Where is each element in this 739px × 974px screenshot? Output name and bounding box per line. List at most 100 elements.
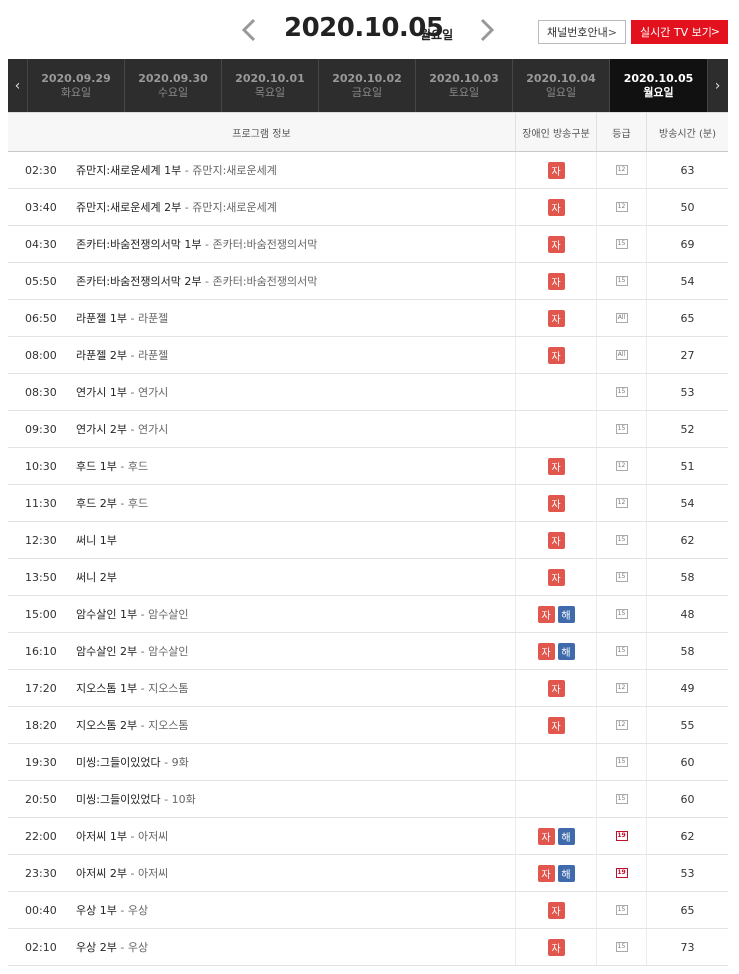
- program-title[interactable]: 써니 2부: [76, 569, 117, 585]
- program-title[interactable]: 아저씨 1부: [76, 828, 127, 844]
- program-subtitle: - 쥬만지:새로운세계: [181, 201, 277, 214]
- program-subtitle: - 우상: [116, 941, 149, 954]
- duration-cell: 54: [646, 263, 728, 299]
- program-info-cell: 03:40 쥬만지:새로운세계 2부 - 쥬만지:새로운세계: [8, 189, 515, 225]
- prev-day-arrow-icon[interactable]: [240, 17, 258, 43]
- program-time: 12:30: [25, 533, 57, 547]
- table-row: 05:50 존카터:바숨전쟁의서막 2부 - 존카터:바숨전쟁의서막 자 15 54: [8, 263, 728, 300]
- tab-weekday-label: 토요일: [448, 85, 480, 99]
- tabs-prev-arrow-icon[interactable]: ‹: [8, 59, 28, 112]
- program-title[interactable]: 우상 1부: [76, 902, 117, 918]
- caption-badge: 자: [547, 198, 565, 216]
- program-subtitle: - 암수살인: [137, 608, 189, 621]
- tab-date[interactable]: 2020.09.30 수요일: [125, 59, 222, 112]
- table-row: 04:30 존카터:바숨전쟁의서막 1부 - 존카터:바숨전쟁의서막 자 15 69: [8, 226, 728, 263]
- program-title[interactable]: 암수살인 2부: [76, 643, 137, 659]
- age-rating-icon: 15: [615, 424, 628, 434]
- age-rating-icon: 15: [615, 239, 628, 249]
- program-title[interactable]: 지오스톰 1부: [76, 680, 137, 696]
- disability-cell: 자: [515, 300, 596, 336]
- table-header: 프로그램 정보 장애인 방송구분 등급 방송시간 (분): [8, 112, 728, 152]
- duration-cell: 55: [646, 707, 728, 743]
- tab-date-label: 2020.10.05: [623, 71, 694, 85]
- tab-date[interactable]: 2020.10.02 금요일: [319, 59, 416, 112]
- table-row: 02:30 쥬만지:새로운세계 1부 - 쥬만지:새로운세계 자 12 63: [8, 152, 728, 189]
- program-info-cell: 22:00 아저씨 1부 - 아저씨: [8, 818, 515, 854]
- tab-date-label: 2020.10.02: [332, 71, 402, 85]
- caption-badge: 자: [547, 161, 565, 179]
- program-title[interactable]: 미씽:그들이있었다: [76, 791, 161, 807]
- tab-date[interactable]: 2020.10.03 토요일: [416, 59, 513, 112]
- table-row: 23:30 아저씨 2부 - 아저씨 자 해 19 53: [8, 855, 728, 892]
- program-title[interactable]: 지오스톰 2부: [76, 717, 137, 733]
- table-row: 06:50 라푼젤 1부 - 라푼젤 자 All 65: [8, 300, 728, 337]
- tab-date-label: 2020.10.04: [526, 71, 596, 85]
- disability-cell: [515, 781, 596, 817]
- age-rating-icon: 12: [615, 461, 628, 471]
- program-title[interactable]: 후드 2부: [76, 495, 117, 511]
- tab-date[interactable]: 2020.09.29 화요일: [28, 59, 125, 112]
- program-title[interactable]: 쥬만지:새로운세계 2부: [76, 199, 181, 215]
- duration-cell: 52: [646, 411, 728, 447]
- duration-cell: 49: [646, 670, 728, 706]
- program-title[interactable]: 라푼젤 1부: [76, 310, 127, 326]
- program-title[interactable]: 존카터:바숨전쟁의서막 2부: [76, 273, 202, 289]
- program-title[interactable]: 존카터:바숨전쟁의서막 1부: [76, 236, 202, 252]
- program-subtitle: - 연가시: [126, 423, 169, 436]
- table-row: 12:30 써니 1부 자 15 62: [8, 522, 728, 559]
- chevron-right-icon: >: [710, 25, 720, 38]
- program-title[interactable]: 연가시 1부: [76, 384, 127, 400]
- caption-badge: 자: [547, 309, 565, 327]
- program-subtitle: - 후드: [116, 497, 149, 510]
- program-subtitle: - 암수살인: [137, 645, 189, 658]
- program-info-cell: 12:30 써니 1부: [8, 522, 515, 558]
- duration-cell: 60: [646, 781, 728, 817]
- program-time: 11:30: [25, 496, 57, 510]
- grade-cell: 15: [596, 633, 646, 669]
- program-title[interactable]: 연가시 2부: [76, 421, 127, 437]
- table-row: 19:30 미씽:그들이있었다 - 9화 15 60: [8, 744, 728, 781]
- tab-date[interactable]: 2020.10.05 월요일: [610, 59, 707, 112]
- program-title[interactable]: 라푼젤 2부: [76, 347, 127, 363]
- grade-cell: 15: [596, 559, 646, 595]
- table-row: 03:40 쥬만지:새로운세계 2부 - 쥬만지:새로운세계 자 12 50: [8, 189, 728, 226]
- caption-badge: 자: [547, 901, 565, 919]
- tab-date-label: 2020.10.03: [429, 71, 499, 85]
- grade-cell: 19: [596, 855, 646, 891]
- program-title[interactable]: 암수살인 1부: [76, 606, 137, 622]
- next-day-arrow-icon[interactable]: [478, 17, 496, 43]
- program-subtitle: - 10화: [160, 793, 196, 806]
- channel-guide-button[interactable]: 채널번호안내 >: [538, 20, 626, 44]
- tab-date[interactable]: 2020.10.04 일요일: [513, 59, 610, 112]
- grade-cell: 12: [596, 670, 646, 706]
- live-tv-button[interactable]: 실시간 TV 보기 >: [631, 20, 728, 44]
- program-title[interactable]: 써니 1부: [76, 532, 117, 548]
- table-row: 15:00 암수살인 1부 - 암수살인 자 해 15 48: [8, 596, 728, 633]
- program-time: 17:20: [25, 681, 57, 695]
- program-title[interactable]: 아저씨 2부: [76, 865, 127, 881]
- tabs-next-arrow-icon[interactable]: ›: [707, 59, 727, 112]
- program-title[interactable]: 우상 2부: [76, 939, 117, 955]
- program-info-cell: 00:40 우상 1부 - 우상: [8, 892, 515, 928]
- schedule-table: 프로그램 정보 장애인 방송구분 등급 방송시간 (분) 02:30 쥬만지:새로…: [8, 112, 728, 966]
- program-time: 05:50: [25, 274, 57, 288]
- grade-cell: 15: [596, 892, 646, 928]
- program-title[interactable]: 쥬만지:새로운세계 1부: [76, 162, 181, 178]
- table-row: 11:30 후드 2부 - 후드 자 12 54: [8, 485, 728, 522]
- program-title[interactable]: 미씽:그들이있었다: [76, 754, 161, 770]
- tab-date[interactable]: 2020.10.01 목요일: [222, 59, 319, 112]
- age-rating-icon: 15: [615, 646, 628, 656]
- audio-description-badge: 해: [557, 605, 575, 623]
- disability-cell: [515, 744, 596, 780]
- disability-cell: 자: [515, 522, 596, 558]
- age-rating-icon: 15: [615, 535, 628, 545]
- program-time: 00:40: [25, 903, 57, 917]
- program-info-cell: 10:30 후드 1부 - 후드: [8, 448, 515, 484]
- program-title[interactable]: 후드 1부: [76, 458, 117, 474]
- age-rating-icon: All: [615, 350, 628, 360]
- disability-cell: 자: [515, 485, 596, 521]
- program-time: 16:10: [25, 644, 57, 658]
- program-time: 06:50: [25, 311, 57, 325]
- disability-cell: 자: [515, 892, 596, 928]
- disability-cell: 자: [515, 707, 596, 743]
